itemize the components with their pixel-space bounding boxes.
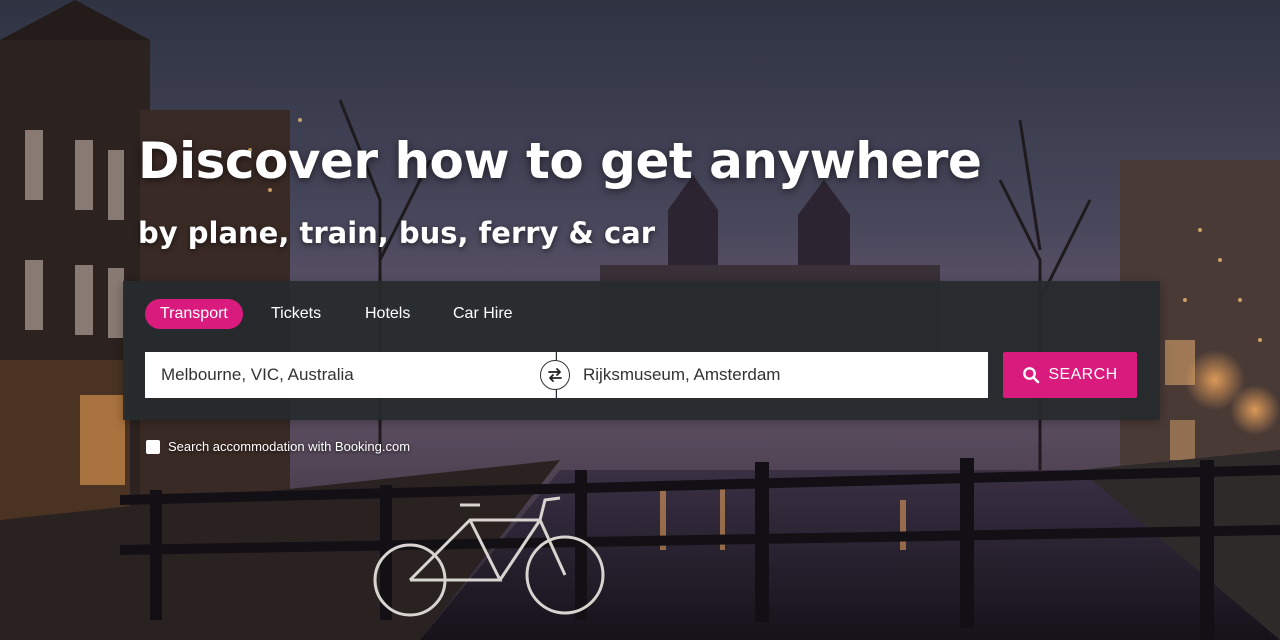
tab-car-hire[interactable]: Car Hire xyxy=(453,299,513,329)
tab-hotels[interactable]: Hotels xyxy=(365,299,410,329)
tab-tickets[interactable]: Tickets xyxy=(271,299,321,329)
origin-input[interactable]: Melbourne, VIC, Australia xyxy=(145,352,556,398)
accommodation-label[interactable]: Search accommodation with Booking.com xyxy=(168,439,410,454)
search-panel: Transport Tickets Hotels Car Hire Melbou… xyxy=(123,281,1160,420)
page-headline: Discover how to get anywhere xyxy=(138,132,982,190)
swap-arrows-icon xyxy=(548,368,562,382)
accommodation-checkbox[interactable] xyxy=(146,439,160,454)
accommodation-option: Search accommodation with Booking.com xyxy=(146,439,410,454)
search-button-label: SEARCH xyxy=(1048,366,1118,383)
swap-button[interactable] xyxy=(540,360,570,390)
page-subheadline: by plane, train, bus, ferry & car xyxy=(138,216,656,250)
tab-transport[interactable]: Transport xyxy=(145,299,243,329)
search-icon xyxy=(1023,367,1040,384)
search-button[interactable]: SEARCH xyxy=(1003,352,1137,398)
hero-section: Discover how to get anywhere by plane, t… xyxy=(0,0,1280,640)
destination-input[interactable]: Rijksmuseum, Amsterdam xyxy=(557,352,988,398)
